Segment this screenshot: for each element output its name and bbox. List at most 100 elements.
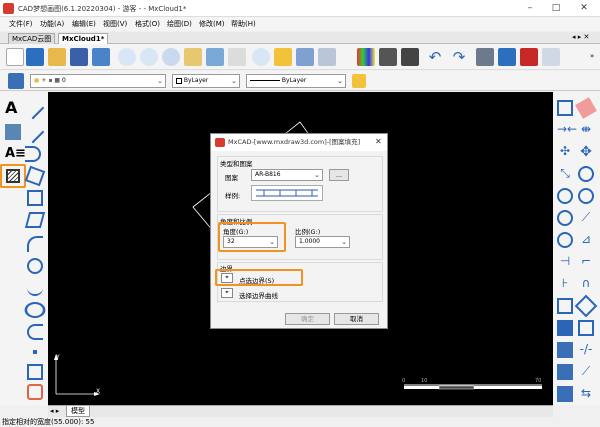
align-icon[interactable] bbox=[557, 298, 573, 314]
save-as-icon[interactable] bbox=[92, 48, 110, 66]
cloud-icon[interactable] bbox=[26, 48, 44, 66]
new-file-icon[interactable] bbox=[6, 48, 24, 66]
menu-modify[interactable]: 修改(M) bbox=[199, 19, 225, 29]
image-icon[interactable] bbox=[5, 124, 21, 140]
zoom-window-icon[interactable] bbox=[118, 48, 136, 66]
trim-icon[interactable] bbox=[557, 210, 573, 226]
ray-icon[interactable] bbox=[21, 120, 45, 144]
menu-function[interactable]: 功能(A) bbox=[40, 19, 64, 29]
pick-points-button[interactable]: ⌖ bbox=[221, 273, 233, 283]
block-insert-icon[interactable] bbox=[27, 364, 43, 380]
tab-nav-icon[interactable]: ◂ ▸ ✕ bbox=[572, 33, 589, 41]
pattern-sample-preview[interactable] bbox=[251, 185, 323, 201]
open-folder-icon[interactable] bbox=[48, 48, 66, 66]
match-properties-icon[interactable] bbox=[352, 74, 366, 88]
text-edit-icon[interactable] bbox=[296, 48, 314, 66]
select-objects-button[interactable]: ⌖ bbox=[221, 288, 233, 298]
color-select[interactable]: ByLayer ⌄ bbox=[172, 74, 240, 88]
pan-icon[interactable] bbox=[162, 48, 180, 66]
zoom-extents-icon[interactable] bbox=[252, 48, 270, 66]
revision-cloud-icon[interactable] bbox=[27, 384, 43, 400]
polyline-icon[interactable] bbox=[24, 212, 46, 228]
line-icon[interactable] bbox=[21, 96, 45, 120]
lengthen-icon[interactable]: ⊦ bbox=[557, 276, 573, 292]
circle-icon[interactable] bbox=[27, 258, 43, 274]
maximize-button[interactable]: □ bbox=[546, 2, 566, 15]
send-back-icon[interactable] bbox=[557, 386, 573, 402]
convert-icon[interactable]: ⇆ bbox=[578, 386, 594, 402]
move-icon[interactable]: ✥ bbox=[578, 144, 594, 160]
layers-icon[interactable] bbox=[8, 73, 24, 89]
menu-file[interactable]: 文件(F) bbox=[9, 19, 33, 29]
tab-model[interactable]: 模型 bbox=[66, 406, 90, 417]
break-at-point-icon[interactable]: -/- bbox=[578, 342, 594, 358]
redo-icon[interactable]: ↷ bbox=[450, 48, 468, 66]
curve-edit-icon[interactable]: ⟋ bbox=[578, 364, 594, 380]
ok-button[interactable]: 确定 bbox=[285, 313, 330, 325]
divide-icon[interactable]: ∩ bbox=[578, 276, 594, 292]
join-icon[interactable]: ⊿ bbox=[578, 232, 594, 248]
pattern-select[interactable]: AR-B816 ⌄ bbox=[251, 169, 323, 181]
copy-icon[interactable] bbox=[557, 100, 573, 116]
zoom-realtime-icon[interactable] bbox=[140, 48, 158, 66]
measure-icon[interactable] bbox=[206, 48, 224, 66]
offset-icon[interactable]: ✣ bbox=[557, 144, 573, 160]
menu-draw[interactable]: 绘图(D) bbox=[167, 19, 192, 29]
undo-icon[interactable]: ↶ bbox=[426, 48, 444, 66]
toolbar-overflow-icon[interactable]: » bbox=[590, 52, 594, 60]
ungroup-icon[interactable] bbox=[578, 320, 594, 336]
pdf-icon[interactable] bbox=[520, 48, 538, 66]
array-icon[interactable]: ⤡ bbox=[557, 166, 573, 182]
ellipse-icon[interactable] bbox=[24, 302, 46, 318]
save-icon[interactable] bbox=[70, 48, 88, 66]
arc-icon[interactable] bbox=[25, 146, 41, 162]
explode-icon[interactable] bbox=[578, 188, 594, 204]
mirror-icon[interactable]: ⇼ bbox=[578, 122, 594, 138]
polygon-icon[interactable] bbox=[24, 165, 46, 187]
block-icon[interactable] bbox=[401, 48, 419, 66]
bring-front-icon[interactable] bbox=[557, 364, 573, 380]
hatch-tool-highlight[interactable] bbox=[0, 164, 26, 188]
draw-order-icon[interactable] bbox=[557, 342, 573, 358]
linetype-select[interactable]: ByLayer ⌄ bbox=[246, 74, 346, 88]
image-export-icon[interactable] bbox=[542, 48, 560, 66]
pick-points-label[interactable]: 点选边界(S) bbox=[239, 275, 274, 285]
tab-scroll-icon[interactable]: ◂ ▸ bbox=[50, 407, 59, 415]
pan-hand-icon[interactable] bbox=[184, 48, 202, 66]
ellipse-arc-icon[interactable] bbox=[27, 324, 43, 340]
print-icon[interactable] bbox=[476, 48, 494, 66]
point-icon[interactable] bbox=[33, 350, 37, 354]
erase-icon[interactable] bbox=[575, 97, 597, 119]
layer-manager-icon[interactable] bbox=[379, 48, 397, 66]
edit-icon[interactable] bbox=[274, 48, 292, 66]
text-icon[interactable]: A bbox=[5, 100, 21, 116]
close-window-button[interactable]: ✕ bbox=[574, 2, 594, 15]
menu-format[interactable]: 格式(O) bbox=[135, 19, 160, 29]
minimize-button[interactable]: – bbox=[520, 2, 540, 15]
dialog-close-button[interactable]: ✕ bbox=[375, 137, 382, 146]
polyline-edit-icon[interactable] bbox=[574, 294, 598, 318]
group-icon[interactable] bbox=[557, 320, 573, 336]
menu-help[interactable]: 帮助(H) bbox=[231, 19, 256, 29]
spline-icon[interactable] bbox=[27, 280, 43, 296]
menu-edit[interactable]: 编辑(E) bbox=[72, 19, 96, 29]
tab-mxcloud1[interactable]: MxCloud1* bbox=[58, 33, 109, 44]
color-palette-icon[interactable] bbox=[357, 48, 375, 66]
curve-icon[interactable] bbox=[27, 236, 43, 252]
select-objects-label[interactable]: 选择边界曲线 bbox=[239, 290, 278, 300]
cancel-button[interactable]: 取消 bbox=[334, 313, 379, 325]
menu-view[interactable]: 视图(V) bbox=[103, 19, 127, 29]
layer-select[interactable]: ● ☀ ▪ ■ 0 ⌄ bbox=[30, 74, 166, 88]
scale-select[interactable]: 1.0000 ⌄ bbox=[295, 236, 350, 248]
properties-icon[interactable] bbox=[318, 48, 336, 66]
rectangle-icon[interactable] bbox=[27, 190, 43, 206]
export-icon[interactable] bbox=[498, 48, 516, 66]
stretch-icon[interactable]: →← bbox=[557, 122, 577, 138]
fillet-icon[interactable]: ⌐ bbox=[578, 254, 594, 270]
tab-mxcad-cloud[interactable]: MxCAD云图 bbox=[8, 33, 56, 44]
angle-select[interactable]: 32 ⌄ bbox=[223, 236, 278, 248]
mtext-icon[interactable]: A≡ bbox=[5, 146, 26, 162]
break-icon[interactable] bbox=[557, 232, 573, 248]
chamfer-icon[interactable]: ⊣ bbox=[557, 254, 573, 270]
extend-icon[interactable]: ⟋ bbox=[578, 210, 594, 226]
